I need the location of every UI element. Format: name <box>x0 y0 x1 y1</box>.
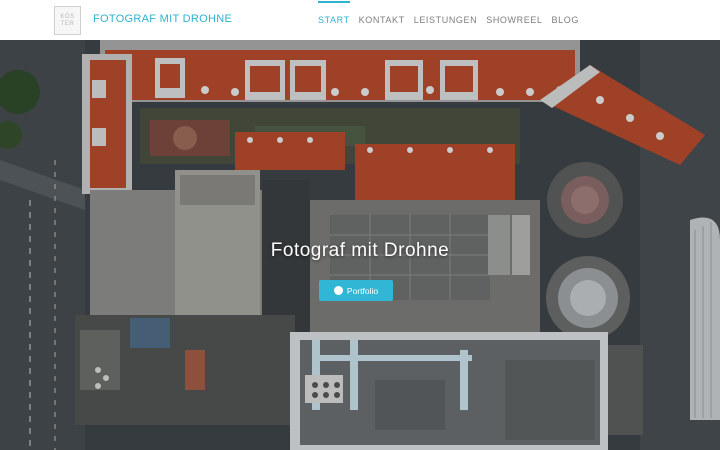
portfolio-button[interactable]: Portfolio <box>319 280 393 301</box>
hero-section: Fotograf mit Drohne Portfolio <box>0 40 720 450</box>
nav-item-blog[interactable]: BLOG <box>552 15 579 25</box>
hero-title: Fotograf mit Drohne <box>270 240 450 261</box>
main-nav: START KONTAKT LEISTUNGEN SHOWREEL BLOG <box>318 0 579 40</box>
nav-item-leistungen[interactable]: LEISTUNGEN <box>414 15 478 25</box>
check-circle-icon <box>319 281 343 295</box>
logo[interactable]: KÖS TER <box>54 6 81 35</box>
nav-item-kontakt[interactable]: KONTAKT <box>359 15 405 25</box>
nav-item-showreel[interactable]: SHOWREEL <box>486 15 542 25</box>
portfolio-button-label: Portfolio <box>346 285 379 296</box>
nav-item-start[interactable]: START <box>318 1 350 25</box>
top-navigation-bar: KÖS TER FOTOGRAF MIT DROHNE START KONTAK… <box>0 0 720 40</box>
logo-line-2: TER <box>60 20 75 27</box>
logo-line-1: KÖS <box>60 13 75 20</box>
brand-title[interactable]: FOTOGRAF MIT DROHNE <box>93 13 232 25</box>
